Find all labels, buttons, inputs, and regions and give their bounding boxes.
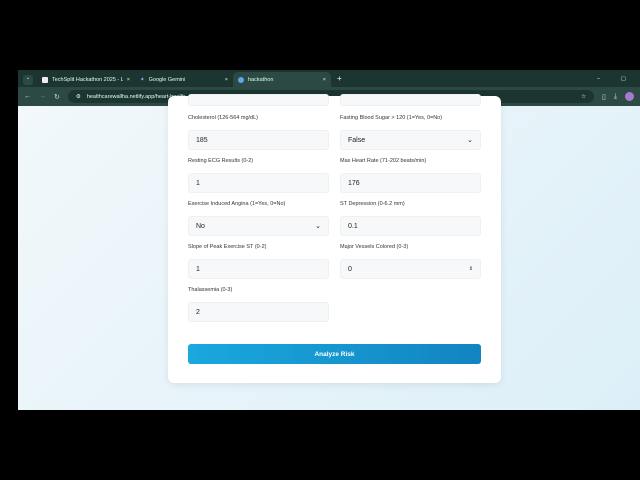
field-blank-1 [188, 94, 329, 106]
field-slope: Slope of Peak Exercise ST (0-2) 1 [188, 244, 329, 279]
field-thalassemia: Thalassemia (0-3) 2 [188, 287, 329, 322]
fasting-blood-sugar-select[interactable]: False ⌄ [340, 130, 481, 150]
tab-hackathon[interactable]: hackathon × [233, 72, 331, 87]
close-icon[interactable]: × [127, 77, 130, 83]
thalassemia-input[interactable]: 2 [188, 302, 329, 322]
field-cholesterol: Cholesterol (126-564 mg/dL) 185 [188, 115, 329, 150]
tab-search-button[interactable]: ⌄ [23, 74, 33, 85]
input-partial[interactable] [340, 94, 481, 106]
cholesterol-input[interactable]: 185 [188, 130, 329, 150]
tab-techsplit[interactable]: TechSplit Hackathon 2025 - L × [37, 72, 135, 87]
analyze-risk-button[interactable]: Analyze Risk [188, 344, 481, 364]
gemini-icon: ✦ [140, 76, 145, 83]
forward-icon[interactable]: → [39, 93, 46, 100]
profile-avatar[interactable] [625, 92, 634, 101]
back-icon[interactable]: ← [24, 93, 31, 100]
chevron-down-icon: ⌄ [467, 137, 473, 144]
resting-ecg-input[interactable]: 1 [188, 173, 329, 193]
minimize-button[interactable]: – [597, 76, 600, 82]
site-icon [238, 76, 244, 83]
heart-health-form: Cholesterol (126-564 mg/dL) 185 Fasting B… [168, 94, 501, 383]
field-max-heart-rate: Max Heart Rate (71-202 beats/min) 176 [340, 158, 481, 193]
site-info-icon: ⚙ [75, 93, 81, 100]
slope-input[interactable]: 1 [188, 259, 329, 279]
exercise-angina-select[interactable]: No ⌄ [188, 216, 329, 236]
field-fasting-blood-sugar: Fasting Blood Sugar > 120 (1=Yes, 0=No) F… [340, 115, 481, 150]
max-heart-rate-input[interactable]: 176 [340, 173, 481, 193]
maximize-button[interactable]: ▢ [621, 76, 626, 82]
field-blank-2 [340, 94, 481, 106]
field-major-vessels: Major Vessels Colored (0-3) 0 ⇕ [340, 244, 481, 279]
page-content: Cholesterol (126-564 mg/dL) 185 Fasting B… [18, 94, 640, 410]
spinner-icon[interactable]: ⇕ [469, 266, 473, 272]
download-icon[interactable]: ⤓ [614, 93, 617, 101]
field-resting-ecg: Resting ECG Results (0-2) 1 [188, 158, 329, 193]
tab-gemini[interactable]: ✦ Google Gemini × [135, 72, 233, 87]
input-partial[interactable] [188, 94, 329, 106]
st-depression-input[interactable]: 0.1 [340, 216, 481, 236]
major-vessels-stepper[interactable]: 0 ⇕ [340, 259, 481, 279]
page-icon [42, 76, 48, 83]
field-st-depression: ST Depression (0-6.2 mm) 0.1 [340, 201, 481, 236]
star-icon[interactable]: ☆ [581, 94, 586, 100]
tab-bar: ⌄ TechSplit Hackathon 2025 - L × ✦ Google … [18, 70, 640, 87]
browser-window: ⌄ TechSplit Hackathon 2025 - L × ✦ Google … [18, 70, 640, 410]
extensions-icon[interactable]: ▯ [602, 93, 606, 101]
close-icon[interactable]: × [225, 77, 228, 83]
close-icon[interactable]: × [323, 77, 326, 83]
field-exercise-angina: Exercise Induced Angina (1=Yes, 0=No) No ⌄ [188, 201, 329, 236]
chevron-down-icon: ⌄ [315, 223, 321, 230]
reload-icon[interactable]: ↻ [54, 93, 60, 101]
new-tab-button[interactable]: + [337, 74, 342, 83]
